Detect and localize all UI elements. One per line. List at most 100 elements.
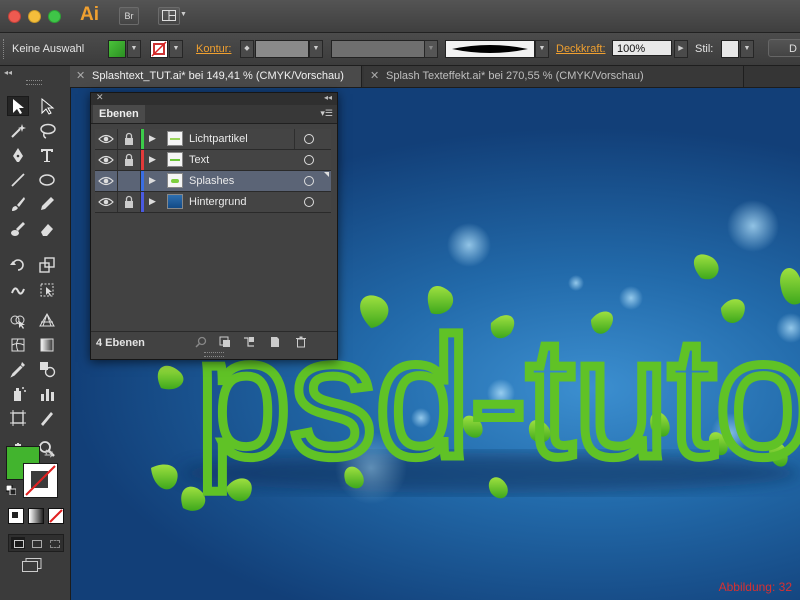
scale-tool[interactable] [36, 255, 58, 275]
visibility-toggle[interactable] [95, 150, 118, 170]
ellipse-tool[interactable] [36, 170, 58, 190]
shape-builder-tool[interactable] [7, 310, 29, 330]
bridge-button[interactable]: Br [119, 7, 139, 25]
none-mode-button[interactable] [48, 508, 64, 524]
pencil-tool[interactable] [36, 194, 58, 214]
tab-splashtext-tut[interactable]: ✕ Splashtext_TUT.ai* bei 149,41 % (CMYK/… [70, 66, 362, 87]
zoom-window-button[interactable] [48, 10, 61, 23]
opacity-dropdown[interactable]: ▶ [674, 40, 688, 58]
brush-dropdown[interactable]: ▼ [535, 40, 549, 58]
lasso-tool[interactable] [36, 121, 58, 141]
paintbrush-tool[interactable] [7, 194, 29, 214]
style-swatch[interactable] [721, 40, 739, 58]
visibility-toggle[interactable] [95, 129, 118, 149]
lock-toggle[interactable] [118, 192, 141, 212]
gradient-icon [40, 338, 54, 351]
layer-row-lichtpartikel[interactable]: ▶ Lichtpartikel [95, 129, 331, 150]
minimize-window-button[interactable] [28, 10, 41, 23]
layer-target-circle[interactable] [304, 197, 314, 207]
screen-mode-button[interactable] [22, 558, 42, 572]
opacity-input[interactable]: 100% [612, 40, 672, 56]
eyedropper-tool[interactable] [7, 359, 29, 379]
expand-arrow-icon[interactable]: ▶ [149, 175, 156, 186]
variable-width-dropdown[interactable]: ▼ [424, 40, 438, 58]
direct-selection-tool[interactable] [36, 96, 58, 116]
layer-target-circle[interactable] [304, 176, 314, 186]
draw-normal-button[interactable] [11, 537, 25, 549]
warp-tool[interactable] [7, 280, 29, 300]
stroke-weight-input[interactable] [255, 40, 309, 58]
trash-icon[interactable] [295, 336, 307, 348]
visibility-toggle[interactable] [95, 192, 118, 212]
variable-width-profile[interactable] [331, 40, 425, 58]
draw-behind-button[interactable] [29, 537, 43, 549]
panel-resize-grip[interactable] [204, 352, 224, 357]
document-setup-button[interactable]: D [768, 39, 800, 57]
visibility-toggle[interactable] [95, 171, 118, 191]
close-tab-icon[interactable]: ✕ [76, 66, 85, 87]
selection-tool[interactable] [7, 96, 29, 116]
layer-row-splashes[interactable]: ▶ Splashes [95, 171, 331, 192]
collapse-panel-icon[interactable]: ◂◂ [324, 93, 332, 102]
lock-toggle[interactable] [118, 171, 141, 191]
pen-tool[interactable] [7, 145, 29, 165]
close-window-button[interactable] [8, 10, 21, 23]
stroke-weight-dropdown[interactable]: ▼ [309, 40, 323, 58]
layer-row-hintergrund[interactable]: ▶ Hintergrund [95, 192, 331, 213]
layer-target-circle[interactable] [304, 155, 314, 165]
toolbox-grip[interactable] [26, 80, 42, 85]
line-tool[interactable] [7, 170, 29, 190]
chevron-down-icon[interactable]: ▼ [180, 11, 187, 18]
new-layer-icon[interactable] [269, 336, 281, 348]
panel-menu-icon[interactable]: ▾☰ [320, 108, 333, 119]
symbol-sprayer-tool[interactable] [7, 384, 29, 404]
perspective-grid-tool[interactable] [36, 310, 58, 330]
free-transform-tool[interactable] [36, 280, 58, 300]
expand-arrow-icon[interactable]: ▶ [149, 196, 156, 207]
eraser-tool[interactable] [36, 219, 58, 239]
fill-swatch[interactable] [108, 40, 126, 58]
gradient-tool[interactable] [36, 335, 58, 355]
slice-tool[interactable] [36, 408, 58, 428]
close-panel-icon[interactable]: ✕ [96, 92, 104, 103]
grip-handle[interactable] [3, 39, 7, 59]
blend-tool[interactable] [36, 359, 58, 379]
gradient-mode-button[interactable] [28, 508, 44, 524]
tab-layers[interactable]: Ebenen [93, 105, 145, 123]
stroke-label[interactable]: Kontur: [196, 43, 231, 55]
magic-wand-tool[interactable] [7, 121, 29, 141]
default-colors-icon[interactable] [5, 484, 17, 496]
collapse-toolbox-icon[interactable]: ◂◂ [4, 68, 12, 77]
draw-inside-button[interactable] [47, 537, 61, 549]
stroke-color-box[interactable] [23, 463, 58, 498]
swap-fill-stroke-icon[interactable]: ⇆ [44, 447, 53, 460]
type-tool[interactable] [36, 145, 58, 165]
make-clipping-mask-icon[interactable] [219, 336, 231, 348]
close-tab-icon[interactable]: ✕ [370, 66, 379, 87]
lock-toggle[interactable] [118, 129, 141, 149]
brush-definition[interactable] [445, 40, 535, 58]
opacity-label[interactable]: Deckkraft: [556, 43, 606, 55]
tab-splash-texteffekt[interactable]: ✕ Splash Texteffekt.ai* bei 270,55 % (CM… [364, 66, 744, 87]
expand-arrow-icon[interactable]: ▶ [149, 154, 156, 165]
blob-brush-tool[interactable] [7, 219, 29, 239]
layer-target-circle[interactable] [304, 134, 314, 144]
stroke-dropdown[interactable]: ▼ [169, 40, 183, 58]
expand-arrow-icon[interactable]: ▶ [149, 133, 156, 144]
color-mode-button[interactable] [8, 508, 24, 524]
fill-dropdown[interactable]: ▼ [127, 40, 141, 58]
rotate-tool[interactable] [7, 255, 29, 275]
style-dropdown[interactable]: ▼ [740, 40, 754, 58]
mesh-tool[interactable] [7, 335, 29, 355]
stroke-swatch[interactable] [150, 40, 168, 58]
create-sublayer-icon[interactable] [243, 336, 255, 348]
perspective-grid-icon [39, 313, 55, 327]
stroke-weight-stepper[interactable]: ◆ [240, 40, 254, 58]
artboard-tool[interactable] [7, 408, 29, 428]
arrange-documents-button[interactable] [158, 7, 180, 25]
layer-row-text[interactable]: ▶ Text [95, 150, 331, 171]
lock-toggle[interactable] [118, 150, 141, 170]
column-graph-tool[interactable] [36, 384, 58, 404]
locate-object-icon[interactable] [195, 336, 207, 348]
layer-name: Text [189, 154, 210, 166]
